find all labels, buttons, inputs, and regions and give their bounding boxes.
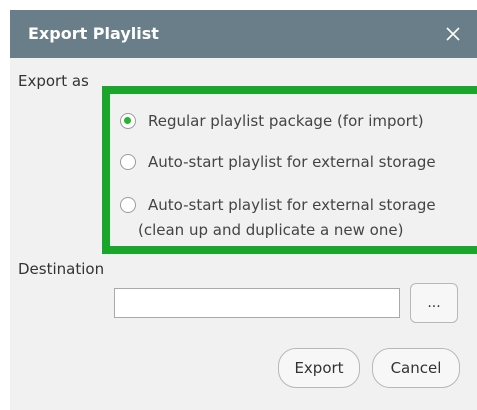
destination-label: Destination	[18, 260, 105, 278]
export-playlist-dialog: Export Playlist Export as Regular playli…	[10, 10, 477, 410]
destination-field[interactable]	[114, 288, 400, 318]
dialog-titlebar: Export Playlist	[10, 10, 477, 58]
options-highlight-box	[102, 86, 477, 254]
cancel-button[interactable]: Cancel	[372, 348, 460, 388]
close-icon[interactable]	[439, 20, 467, 48]
close-x-glyph	[446, 27, 460, 41]
dialog-title: Export Playlist	[28, 24, 159, 43]
browse-button[interactable]: ...	[410, 283, 458, 323]
export-button[interactable]: Export	[278, 348, 360, 388]
export-as-label: Export as	[18, 72, 89, 90]
